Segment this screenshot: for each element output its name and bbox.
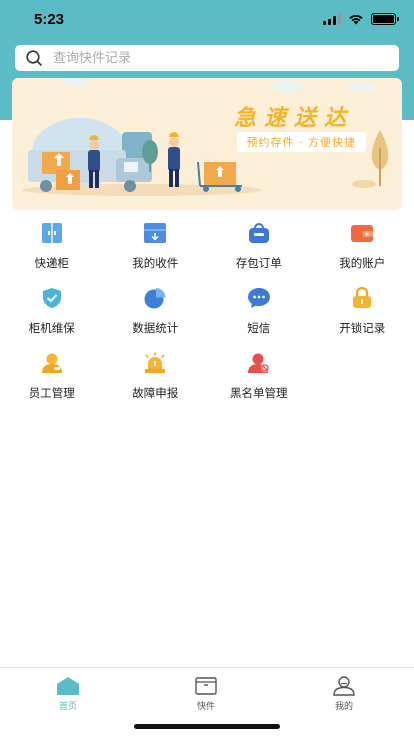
grid-item-label: 开锁记录 [339,321,386,335]
feature-grid: 快递柜 我的收件 存包订单 我的账户 柜机维保 数据统计 短信 开锁记录 员工管… [0,222,414,400]
grid-item-label: 故障申报 [132,386,179,400]
grid-item-label: 黑名单管理 [230,386,288,400]
grid-item-sms[interactable]: 短信 [207,287,311,335]
search-input[interactable] [53,50,353,66]
grid-item-my-inbox[interactable]: 我的收件 [104,222,208,270]
staff-icon [41,353,62,373]
tab-label: 快件 [196,702,215,712]
tab-packages[interactable]: 快件 [176,676,236,712]
grid-item-label: 快递柜 [34,256,70,270]
shield-icon [42,288,61,308]
message-icon [247,288,270,308]
inbox-icon [144,223,167,243]
signal-icon [323,13,341,25]
battery-icon [371,13,399,25]
grid-item-cabinet[interactable]: 快递柜 [0,222,104,270]
search-icon [26,50,42,66]
user-icon [333,676,355,696]
grid-item-fault-report[interactable]: 故障申报 [104,352,208,400]
grid-item-label: 数据统计 [132,321,179,335]
grid-item-staff[interactable]: 员工管理 [0,352,104,400]
pie-chart-icon [144,288,166,309]
home-icon [57,677,79,695]
grid-item-label: 员工管理 [28,386,75,400]
status-icons [323,13,399,25]
grid-item-label: 我的收件 [132,256,179,270]
wallet-icon [351,225,374,242]
promo-banner[interactable]: 急速送达 预约存件 · 方便快捷 [12,78,402,210]
grid-item-label: 短信 [247,321,271,335]
grid-item-blacklist[interactable]: 黑名单管理 [207,352,311,400]
tab-home[interactable]: 首页 [38,676,98,712]
wifi-icon [349,14,363,25]
status-bar: 5:23 [0,0,414,40]
blacklist-user-icon [247,353,269,373]
package-box-icon [195,677,217,695]
grid-item-my-account[interactable]: 我的账户 [311,222,414,270]
tab-label: 我的 [334,702,353,712]
grid-item-label: 我的账户 [339,256,386,270]
banner-subtitle: 预约存件 · 方便快捷 [236,132,366,152]
grid-item-label: 存包订单 [235,256,282,270]
bag-icon [248,223,269,243]
cabinet-icon [41,223,62,243]
home-indicator [134,724,280,729]
alarm-icon [145,352,166,373]
tab-mine[interactable]: 我的 [314,676,374,712]
grid-item-bag-orders[interactable]: 存包订单 [207,222,311,270]
lock-icon [353,287,372,308]
tab-label: 首页 [58,702,77,712]
banner-title: 急速送达 [233,106,354,131]
grid-item-maintenance[interactable]: 柜机维保 [0,287,104,335]
search-bar[interactable] [15,45,399,71]
grid-item-statistics[interactable]: 数据统计 [104,287,208,335]
status-time: 5:23 [34,11,65,28]
grid-item-label: 柜机维保 [28,321,75,335]
grid-item-unlock-records[interactable]: 开锁记录 [311,287,414,335]
